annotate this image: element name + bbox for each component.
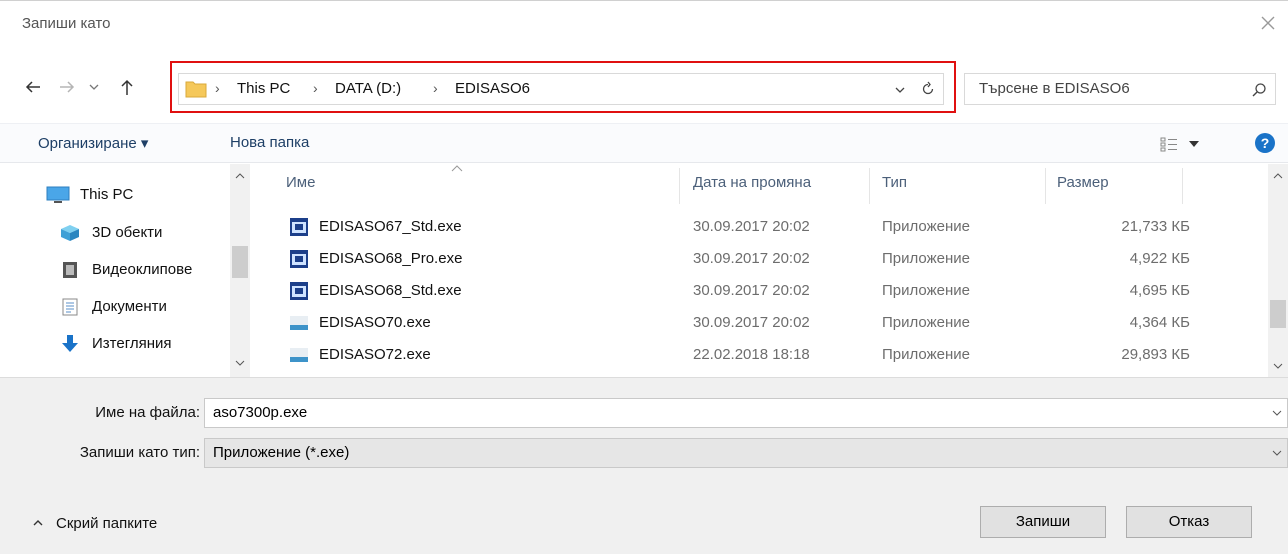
breadcrumb-separator-icon: › [433,80,438,96]
app-window-icon [290,218,308,236]
recent-locations-chevron-icon[interactable] [86,76,102,98]
scroll-up-icon[interactable] [235,172,245,180]
title-bar: Запиши като [0,1,1288,45]
file-row[interactable]: EDISASO72.exe 22.02.2018 18:18 Приложени… [265,340,1265,372]
app-window-icon [290,250,308,268]
chevron-up-icon [33,520,43,526]
search-icon[interactable] [1251,82,1267,98]
column-divider [1182,168,1183,204]
navigation-bar: › This PC › DATA (D:) › EDISASO6 Търсене… [0,61,1288,115]
download-icon [62,335,78,352]
scroll-down-icon[interactable] [235,359,245,367]
file-row[interactable]: EDISASO68_Pro.exe 30.09.2017 20:02 Прило… [265,244,1265,276]
filetype-value: Приложение (*.exe) [213,444,350,461]
filename-dropdown-chevron-icon[interactable] [1271,409,1283,417]
file-scroll-thumb[interactable] [1270,300,1286,328]
file-list-scrollbar[interactable] [1268,164,1288,377]
navigation-pane: This PC 3D обекти Видеоклипове Документи… [0,164,252,377]
aso-app-icon [290,316,308,330]
address-bar[interactable]: › This PC › DATA (D:) › EDISASO6 [178,73,944,105]
filename-input[interactable]: aso7300p.exe [204,398,1288,428]
column-header-name[interactable]: Име [286,174,315,191]
folder-icon [185,81,207,98]
close-icon[interactable] [1256,11,1280,35]
hide-folders-label: Скрий папките [56,515,158,532]
file-list: Име Дата на промяна Тип Размер EDISASO67… [265,164,1288,377]
document-icon [62,298,78,316]
breadcrumb-separator-icon: › [313,80,318,96]
new-folder-button[interactable]: Нова папка [230,134,309,151]
filetype-label: Запиши като тип: [79,444,200,461]
search-input[interactable]: Търсене в EDISASO6 [964,73,1276,105]
video-icon [63,262,77,278]
nav-item-this-pc[interactable]: This PC [0,182,230,208]
breadcrumb-separator-icon: › [215,80,220,96]
up-arrow-icon[interactable] [116,76,138,98]
computer-icon [46,186,70,203]
filetype-select[interactable]: Приложение (*.exe) [204,438,1288,468]
refresh-icon[interactable] [919,80,937,98]
file-row[interactable]: EDISASO68_Std.exe 30.09.2017 20:02 Прило… [265,276,1265,308]
view-dropdown-chevron-icon[interactable] [1188,139,1200,149]
breadcrumb-this-pc[interactable]: This PC [237,80,290,97]
breadcrumb-drive[interactable]: DATA (D:) [335,80,401,97]
column-divider [679,168,680,204]
nav-item-3d-objects[interactable]: 3D обекти [0,220,230,246]
svg-text:?: ? [1261,135,1270,151]
dialog-title: Запиши като [22,15,111,32]
nav-scroll-thumb[interactable] [232,246,248,278]
command-toolbar: Организиране ▾ Нова папка ? [0,123,1288,163]
breadcrumb-folder[interactable]: EDISASO6 [455,80,530,97]
column-header-type[interactable]: Тип [882,174,907,191]
aso-app-icon [290,348,308,362]
column-header-date[interactable]: Дата на промяна [693,174,811,191]
nav-item-videos[interactable]: Видеоклипове [0,257,230,283]
nav-item-documents[interactable]: Документи [0,294,230,320]
save-form-area: Име на файла: aso7300p.exe Запиши като т… [0,377,1288,554]
forward-arrow-icon[interactable] [56,76,78,98]
column-divider [869,168,870,204]
filename-value: aso7300p.exe [213,404,308,421]
column-divider [1045,168,1046,204]
organize-button[interactable]: Организиране ▾ [38,134,148,152]
save-button[interactable]: Запиши [980,506,1106,538]
filename-label: Име на файла: [95,404,200,421]
app-window-icon [290,282,308,300]
scroll-down-icon[interactable] [1273,362,1283,370]
address-dropdown-chevron-icon[interactable] [893,83,907,97]
search-placeholder: Търсене в EDISASO6 [979,80,1130,97]
browser-area: This PC 3D обекти Видеоклипове Документи… [0,164,1288,377]
nav-pane-scrollbar[interactable] [230,164,250,377]
cancel-button[interactable]: Отказ [1126,506,1252,538]
column-header-size[interactable]: Размер [1057,174,1109,191]
file-row[interactable]: EDISASO67_Std.exe 30.09.2017 20:02 Прило… [265,212,1265,244]
filetype-dropdown-chevron-icon[interactable] [1271,449,1283,457]
file-row[interactable]: EDISASO70.exe 30.09.2017 20:02 Приложени… [265,308,1265,340]
help-icon[interactable]: ? [1254,132,1276,154]
sort-ascending-icon [451,165,463,172]
back-arrow-icon[interactable] [22,76,44,98]
3d-objects-icon [61,225,79,241]
nav-item-downloads[interactable]: Изтегляния [0,331,230,357]
view-options-icon[interactable] [1160,136,1178,152]
scroll-up-icon[interactable] [1273,172,1283,180]
save-as-dialog: Запиши като › This PC › DATA (D:) › EDIS… [0,0,1288,554]
